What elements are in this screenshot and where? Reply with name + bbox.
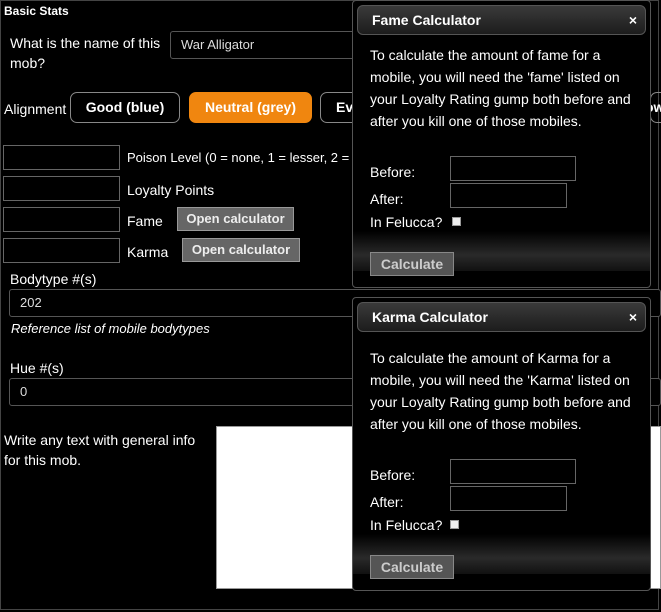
- general-info-label: Write any text with general info for thi…: [4, 432, 196, 468]
- section-title: Basic Stats: [4, 4, 69, 18]
- fame-open-calculator-button[interactable]: Open calculator: [177, 207, 294, 231]
- poison-level-label: Poison Level (0 = none, 1 = lesser, 2 =: [127, 150, 350, 165]
- bodytype-reference-link[interactable]: Reference list of mobile bodytypes: [11, 321, 210, 336]
- loyalty-points-input[interactable]: [3, 176, 120, 201]
- karma-before-label: Before:: [370, 467, 416, 483]
- fame-label: Fame: [127, 213, 163, 229]
- fame-after-input[interactable]: [450, 183, 567, 208]
- alignment-good-button[interactable]: Good (blue): [70, 92, 180, 123]
- karma-felucca-label: In Felucca?: [370, 517, 443, 533]
- bodytype-label: Bodytype #(s): [10, 271, 97, 287]
- karma-dialog-titlebar[interactable]: Karma Calculator ×: [357, 302, 646, 332]
- alignment-neutral-button[interactable]: Neutral (grey): [189, 92, 312, 123]
- fame-felucca-label: In Felucca?: [370, 214, 443, 230]
- karma-open-calculator-button[interactable]: Open calculator: [182, 238, 300, 262]
- fame-after-label: After:: [370, 191, 404, 207]
- fame-calculator-dialog: Fame Calculator × To calculate the amoun…: [352, 0, 651, 288]
- fame-dialog-title: Fame Calculator: [372, 12, 481, 28]
- karma-after-label: After:: [370, 494, 404, 510]
- karma-calculator-dialog: Karma Calculator × To calculate the amou…: [352, 297, 651, 591]
- alignment-extra-partial-label: ow: [651, 99, 661, 115]
- karma-dialog-description: To calculate the amount of Karma for a m…: [370, 350, 631, 432]
- fame-felucca-checkbox[interactable]: [452, 217, 461, 226]
- alignment-evil-partial-label: Ev: [336, 99, 354, 115]
- fame-before-label: Before:: [370, 164, 416, 180]
- mob-name-question: What is the name of this mob?: [10, 35, 161, 71]
- fame-dialog-titlebar[interactable]: Fame Calculator ×: [357, 5, 646, 35]
- fame-before-input[interactable]: [450, 156, 576, 181]
- karma-input[interactable]: [3, 238, 120, 263]
- karma-calculate-button[interactable]: Calculate: [370, 555, 454, 579]
- fame-dialog-description: To calculate the amount of fame for a mo…: [370, 47, 631, 129]
- karma-before-input[interactable]: [450, 459, 576, 484]
- karma-after-input[interactable]: [450, 486, 567, 511]
- fame-input[interactable]: [3, 207, 120, 232]
- close-icon[interactable]: ×: [629, 309, 637, 325]
- alignment-extra-button[interactable]: ow: [650, 92, 661, 123]
- close-icon[interactable]: ×: [629, 12, 637, 28]
- fame-calculate-button[interactable]: Calculate: [370, 252, 454, 276]
- mob-name-input[interactable]: War Alligator: [170, 31, 370, 59]
- hue-label: Hue #(s): [10, 360, 64, 376]
- loyalty-points-label: Loyalty Points: [127, 182, 215, 198]
- poison-level-input[interactable]: [3, 145, 120, 170]
- karma-label: Karma: [127, 244, 169, 260]
- karma-felucca-checkbox[interactable]: [450, 520, 459, 529]
- alignment-label: Alignment: [4, 101, 67, 117]
- karma-dialog-title: Karma Calculator: [372, 309, 488, 325]
